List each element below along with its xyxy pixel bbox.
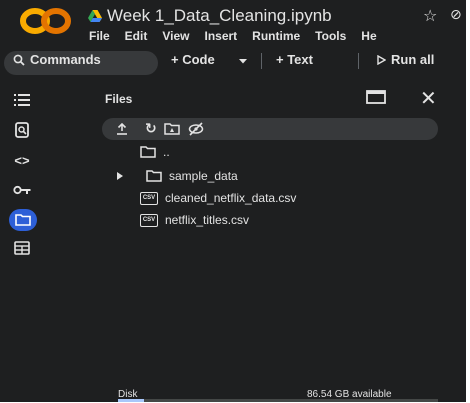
star-icon[interactable]: ☆ (423, 6, 437, 26)
run-all-label: Run all (391, 52, 435, 67)
menu-edit[interactable]: Edit (125, 29, 148, 43)
refresh-icon[interactable]: ↻ (145, 120, 157, 137)
chevron-down-icon[interactable] (238, 57, 248, 65)
colab-window: Week 1_Data_Cleaning.ipynb ☆ ⊘ File Edit… (0, 0, 466, 402)
table-of-contents-icon[interactable] (10, 90, 34, 110)
add-text-button[interactable]: + Text (276, 52, 313, 67)
folder-icon (140, 146, 156, 158)
commands-item[interactable]: Commands (13, 52, 101, 67)
colab-logo[interactable] (18, 6, 74, 36)
add-text-label: + Text (276, 52, 313, 67)
menu-runtime[interactable]: Runtime (252, 29, 300, 43)
mount-drive-icon[interactable] (164, 123, 180, 135)
files-folder-icon[interactable] (9, 209, 37, 231)
file-name: sample_data (169, 169, 238, 183)
menu-file[interactable]: File (89, 29, 110, 43)
top-bar: Week 1_Data_Cleaning.ipynb ☆ ⊘ File Edit… (0, 0, 466, 46)
list-item-file[interactable]: CSV cleaned_netflix_data.csv (140, 191, 296, 205)
csv-file-icon: CSV (140, 213, 158, 227)
parent-dir-label: .. (163, 145, 170, 159)
notebook-title[interactable]: Week 1_Data_Cleaning.ipynb (107, 6, 332, 26)
menu-insert[interactable]: Insert (204, 29, 237, 43)
play-icon (377, 54, 386, 65)
commands-label: Commands (30, 52, 101, 67)
google-drive-icon[interactable] (88, 10, 102, 22)
run-all-button[interactable]: Run all (376, 52, 434, 67)
menu-tools[interactable]: Tools (315, 29, 346, 43)
secrets-key-icon[interactable] (10, 180, 34, 200)
toolbar-divider (358, 53, 359, 69)
toolbar-divider (261, 53, 262, 69)
menu-help[interactable]: He (361, 29, 376, 43)
file-name: netflix_titles.csv (165, 213, 250, 227)
file-name: cleaned_netflix_data.csv (165, 191, 297, 205)
open-in-tab-icon[interactable] (366, 90, 386, 104)
close-icon[interactable]: ✕ (420, 86, 437, 111)
disk-usage-fill (118, 399, 144, 402)
add-code-label: + Code (171, 52, 215, 67)
add-code-button[interactable]: + Code (171, 52, 215, 67)
list-item-parent-dir[interactable]: .. (140, 145, 170, 159)
find-replace-icon[interactable] (10, 120, 34, 140)
menu-view[interactable]: View (162, 29, 189, 43)
list-item-file[interactable]: CSV netflix_titles.csv (140, 213, 249, 227)
files-panel-title: Files (105, 92, 133, 106)
folder-icon (146, 170, 162, 182)
expand-arrow-icon[interactable] (116, 171, 124, 181)
link-icon[interactable]: ⊘ (450, 6, 462, 23)
search-icon (13, 54, 25, 66)
csv-file-icon: CSV (140, 191, 158, 205)
menu-bar: File Edit View Insert Runtime Tools He (89, 29, 377, 43)
code-snippets-icon[interactable]: <> (10, 150, 34, 170)
disk-usage-bar (118, 399, 438, 402)
list-item-folder[interactable]: sample_data (116, 169, 238, 183)
hide-files-icon[interactable] (188, 122, 204, 136)
upload-icon[interactable] (116, 123, 128, 135)
terminal-icon[interactable] (10, 238, 34, 258)
